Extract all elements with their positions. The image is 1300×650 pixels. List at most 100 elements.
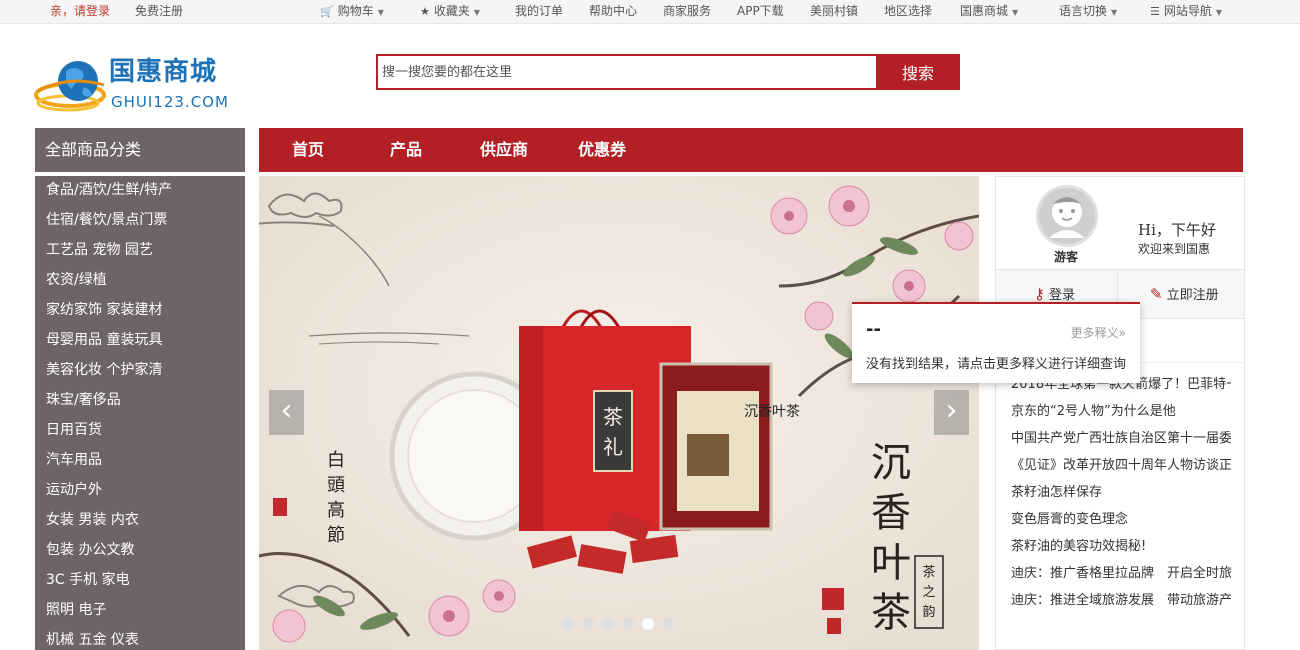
nav-products[interactable]: 产品 (390, 128, 422, 172)
calligraphy-3: 叶 (871, 540, 911, 586)
cart-label: 购物车 (337, 4, 374, 18)
news-item[interactable]: 变色唇膏的变色理念 (1011, 510, 1231, 530)
category-item[interactable]: 住宿/餐饮/景点门票 (46, 208, 167, 232)
category-item[interactable]: 家纺家饰 家装建材 (46, 298, 162, 322)
chevron-left-icon: ‹ (280, 393, 293, 428)
popup-word: -- (866, 319, 881, 340)
more-definitions-link[interactable]: 更多释义» (1071, 324, 1126, 341)
nav-coupons[interactable]: 优惠券 (578, 128, 626, 172)
register-label: 立即注册 (1166, 288, 1219, 303)
user-panel: 游客 Hi，下午好 欢迎来到国惠 ⚷ 登录 ✎ 立即注册 2018年全球第一款火箭爆… (995, 176, 1245, 650)
carousel-dot-active[interactable] (642, 618, 654, 630)
category-item[interactable]: 日用百货 (46, 418, 102, 442)
carousel-dot[interactable] (622, 618, 634, 630)
carousel-dot[interactable] (602, 618, 614, 630)
category-item[interactable]: 农资/绿植 (46, 268, 107, 292)
category-item[interactable]: 女装 男装 内衣 (46, 508, 139, 532)
news-item[interactable]: 中国共产党广西壮族自治区第十一届委 (1011, 429, 1231, 449)
region-link[interactable]: 地区选择 (884, 4, 932, 19)
cart-menu[interactable]: 🛒 购物车 ▼ (320, 4, 384, 20)
news-item[interactable]: 京东的“2号人物”为什么是他 (1011, 402, 1231, 422)
calligraphy-4: 茶 (871, 590, 911, 636)
merchant-link[interactable]: 商家服务 (663, 4, 711, 19)
news-item[interactable]: 迪庆：推进全域旅游发展 带动旅游产 (1011, 591, 1231, 611)
category-title[interactable]: 全部商品分类 (35, 128, 245, 172)
chevron-down-icon: ▼ (1111, 8, 1118, 17)
seal-2: 之 (922, 585, 935, 600)
poem-4: 節 (327, 525, 345, 546)
login-label: 登录 (1049, 288, 1076, 303)
chevron-right-icon: › (945, 393, 958, 428)
carousel-dot[interactable] (562, 618, 574, 630)
carousel-dot[interactable] (582, 618, 594, 630)
logo-domain: GHUI123.COM (111, 93, 229, 111)
carousel-dot[interactable] (662, 618, 674, 630)
next-arrow-button[interactable]: › (934, 390, 969, 435)
welcome-text: 欢迎来到国惠 (1138, 242, 1211, 256)
guest-name: 游客 (1054, 250, 1079, 264)
star-icon: ★ (420, 5, 430, 18)
nav-home[interactable]: 首页 (292, 128, 324, 172)
pencil-icon: ✎ (1150, 285, 1163, 303)
poem-1: 白 (327, 450, 345, 471)
chevron-down-icon: ▼ (377, 8, 384, 17)
category-item[interactable]: 珠宝/奢侈品 (46, 388, 121, 412)
banner-carousel[interactable]: 茶 礼 沉香叶茶 沉 香 叶 茶 白 頭 高 節 茶 之 韵 ‹ › (259, 176, 979, 650)
category-item[interactable]: 3C 手机 家电 (46, 568, 130, 592)
orders-link[interactable]: 我的订单 (515, 4, 563, 19)
category-item[interactable]: 食品/酒饮/生鲜/特产 (46, 178, 172, 202)
menu-icon: ☰ (1150, 5, 1160, 18)
user-avatar-icon (1039, 188, 1095, 244)
category-item[interactable]: 机械 五金 仪表 (46, 628, 139, 650)
bag-label-bottom: 礼 (603, 435, 623, 459)
logo-text: 国惠商城 (109, 57, 218, 87)
seal-3: 韵 (922, 605, 935, 620)
category-item[interactable]: 母婴用品 童装玩具 (46, 328, 162, 352)
search-input[interactable] (378, 56, 878, 88)
app-download-link[interactable]: APP下载 (737, 4, 784, 19)
top-bar: 亲，请登录 免费注册 🛒 购物车 ▼ ★ 收藏夹 ▼ 我的订单 帮助中心 商家服务 AP… (0, 0, 1300, 24)
favorites-label: 收藏夹 (433, 4, 470, 18)
pack-label: 沉香叶茶 (744, 404, 800, 420)
key-icon: ⚷ (1034, 285, 1045, 303)
register-button[interactable]: ✎ 立即注册 (1150, 270, 1219, 318)
site-nav-menu[interactable]: ☰ 网站导航 ▼ (1150, 4, 1222, 20)
help-link[interactable]: 帮助中心 (589, 4, 637, 19)
language-menu[interactable]: 语言切换 ▼ (1059, 4, 1117, 20)
cart-icon: 🛒 (320, 5, 334, 18)
category-item[interactable]: 汽车用品 (46, 448, 102, 472)
village-link[interactable]: 美丽村镇 (810, 4, 858, 19)
avatar (1036, 185, 1098, 247)
prev-arrow-button[interactable]: ‹ (269, 390, 304, 435)
category-item[interactable]: 工艺品 宠物 园艺 (46, 238, 153, 262)
category-item[interactable]: 运动户外 (46, 478, 102, 502)
main-nav: 首页 产品 供应商 优惠券 (259, 128, 1243, 172)
mall-menu[interactable]: 国惠商城 ▼ (960, 4, 1018, 20)
news-item[interactable]: 《见证》改革开放四十周年人物访谈正 (1011, 456, 1231, 476)
bag-label-top: 茶 (603, 405, 623, 429)
banner-image: 茶 礼 沉香叶茶 沉 香 叶 茶 白 頭 高 節 茶 之 韵 (259, 176, 979, 650)
chevron-down-icon: ▼ (1012, 8, 1019, 17)
nav-suppliers[interactable]: 供应商 (480, 128, 528, 172)
poem-2: 頭 (327, 475, 345, 496)
category-item[interactable]: 包装 办公文教 (46, 538, 134, 562)
register-link[interactable]: 免费注册 (135, 4, 183, 19)
category-item[interactable]: 照明 电子 (46, 598, 106, 622)
category-item[interactable]: 美容化妆 个护家清 (46, 358, 162, 382)
mall-label: 国惠商城 (960, 4, 1009, 18)
news-item[interactable]: 茶籽油怎样保存 (1011, 483, 1231, 503)
site-nav-label: 网站导航 (1163, 4, 1212, 18)
news-item[interactable]: 迪庆：推广香格里拉品牌 开启全时旅 (1011, 564, 1231, 584)
login-link[interactable]: 亲，请登录 (50, 4, 110, 19)
favorites-menu[interactable]: ★ 收藏夹 ▼ (420, 4, 480, 20)
site-logo[interactable]: 国惠商城 GHUI123.COM (34, 55, 234, 117)
seal-1: 茶 (922, 564, 935, 580)
search-button[interactable]: 搜索 (876, 54, 960, 90)
dictionary-popup: -- 更多释义» 没有找到结果，请点击更多释义进行详细查询 (852, 302, 1140, 383)
news-item[interactable]: 茶籽油的美容功效揭秘! (1011, 537, 1231, 557)
search-bar: 搜索 (376, 54, 960, 90)
chevron-down-icon: ▼ (1215, 8, 1223, 17)
greeting-text: Hi，下午好 (1138, 221, 1216, 239)
calligraphy-2: 香 (871, 490, 911, 536)
globe-logo-icon (34, 61, 106, 112)
